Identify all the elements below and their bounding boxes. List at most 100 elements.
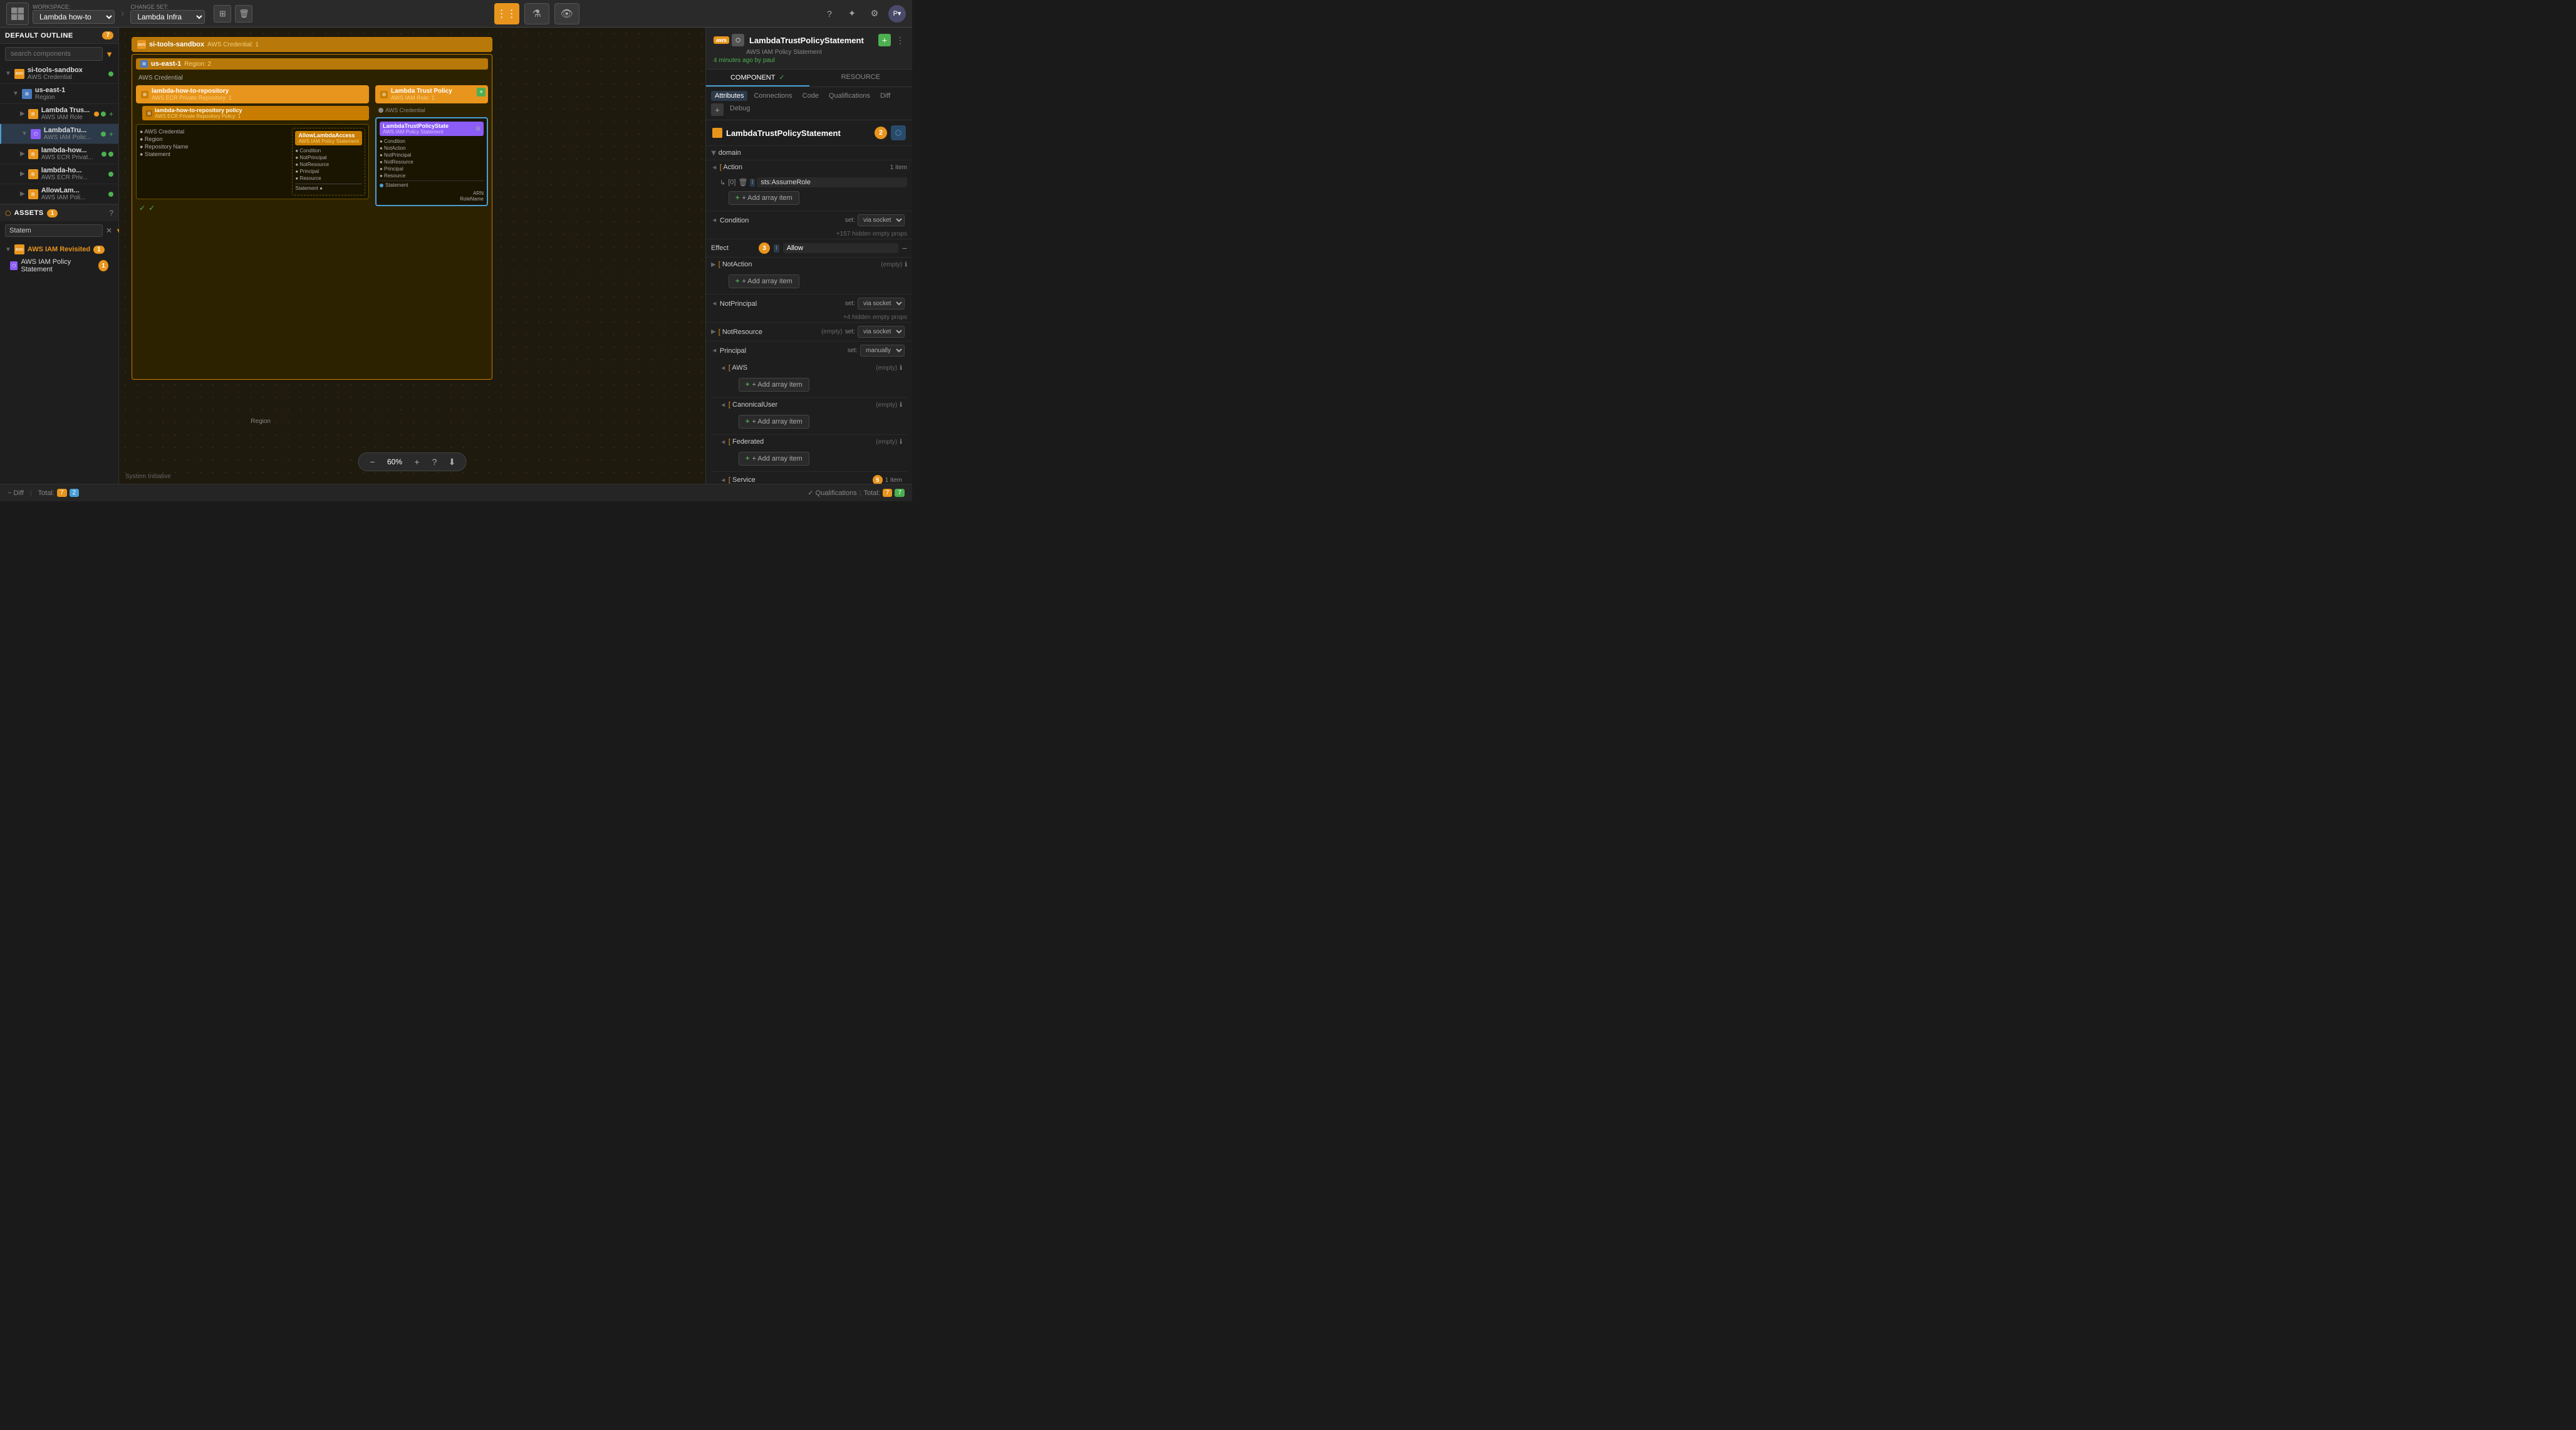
delete-icon-btn[interactable]: 🗑 [235,5,252,23]
tree-item-sandbox[interactable]: ▼ aws si-tools-sandbox AWS Credential [0,64,118,84]
notaction-body: + + Add array item [706,271,912,294]
lambda-trust-area: ⊞ Lambda Trust Policy AWS IAM Role: 1 + … [375,85,488,206]
workspace-select[interactable]: Lambda how-to [33,10,115,24]
tree-item-useast1[interactable]: ▼ ⊞ us-east-1 Region [0,84,118,104]
help-icon-btn[interactable]: ? [821,5,838,23]
tab-component[interactable]: COMPONENT ✓ [706,70,809,86]
subsection-federated-header[interactable]: ▼ [ Federated (empty) ℹ [711,435,907,449]
add-array-btn-notaction[interactable]: + + Add array item [729,274,799,288]
status-dot-green [108,172,113,177]
subtab-attributes[interactable]: Attributes [711,91,747,101]
rph-menu-icon[interactable]: ⋮ [896,35,905,46]
section-action: ▼ [ Action 1 item ↳ [0] 🗑 [706,160,912,211]
section-notaction-header[interactable]: ▶ [ NotAction (empty) ℹ [706,258,912,271]
filter-icon[interactable]: ▼ [105,50,113,59]
section-action-header[interactable]: ▼ [ Action 1 item [706,160,912,174]
assets-clear-icon[interactable]: ✕ [106,226,112,235]
diagram-tab-btn[interactable]: ⋮⋮ [494,3,519,24]
add-array-btn-action[interactable]: + + Add array item [729,191,799,205]
policy-node[interactable]: ⊞ lambda-how-to-repository policy AWS EC… [142,106,369,120]
zoom-out-btn[interactable]: − [366,456,379,468]
settings-icon-btn[interactable]: ⚙ [866,5,883,23]
subtab-qualifications[interactable]: Qualifications [825,91,874,101]
section-principal-header[interactable]: ▼ Principal set: manually [706,342,912,360]
stmt-field-condition: ● Condition [380,138,484,145]
section-condition-header[interactable]: ▼ Condition set: via socket [706,211,912,229]
section-domain-header[interactable]: ▶ domain [706,146,912,160]
aws-info-icon[interactable]: ℹ [900,365,902,372]
tree-item-lambdatrust[interactable]: ▶ ⊞ Lambda Trus... AWS IAM Role + [0,104,118,124]
add-array-label: + Add array item [742,278,792,285]
condition-socket-select[interactable]: via socket [858,214,905,226]
assets-search-input[interactable] [5,224,103,237]
subtab-diff[interactable]: Diff [876,91,894,101]
lambda-add-btn[interactable]: + [477,88,486,97]
zoom-download-btn[interactable]: ⬇ [446,456,459,468]
subsection-canonical-header[interactable]: ▼ [ CanonicalUser (empty) ℹ [711,398,907,412]
subtab-add-btn[interactable]: + [711,103,724,116]
grid-icon-btn[interactable]: ⊞ [214,5,231,23]
lab-tab-btn[interactable]: ⚗ [524,3,549,24]
outline-header: DEFAULT OUTLINE 7 [0,28,118,44]
assets-help-icon[interactable]: ? [109,209,113,217]
notaction-info-icon[interactable]: ℹ [905,261,907,268]
tree-item-info: lambda-how... AWS ECR Privat... [41,147,98,161]
subtab-connections[interactable]: Connections [750,91,796,101]
rph-add-btn[interactable]: + [878,34,891,46]
tree-item-lambda-ecr[interactable]: ▶ ⊞ lambda-how... AWS ECR Privat... [0,144,118,164]
subsection-aws-header[interactable]: ▼ [ AWS (empty) ℹ [711,361,907,375]
tree-item-info: LambdaTru... AWS IAM Polic... [44,127,98,141]
effect-minus-icon[interactable]: − [902,243,907,253]
user-avatar-btn[interactable]: P▾ [888,5,906,23]
zoom-help-btn[interactable]: ? [428,456,441,468]
section-condition: ▼ Condition set: via socket +157 hidden … [706,211,912,239]
zoom-in-btn[interactable]: + [411,456,423,468]
assets-icon: ⬡ [5,209,11,217]
chevron-icon: ▶ [20,170,25,177]
lambda-trust-node[interactable]: ⊞ Lambda Trust Policy AWS IAM Role: 1 + [375,85,488,103]
eye-tab-btn[interactable]: 👁 [554,3,579,24]
topbar-sep1: › [121,8,124,19]
rolename-label: RoleName [380,196,484,202]
tree-item-lambdatrust-policy[interactable]: ▼ ⬡ LambdaTru... AWS IAM Polic... + [0,124,118,144]
search-input[interactable] [5,47,103,61]
repo-node[interactable]: ⊞ lambda-how-to-repository AWS ECR Priva… [136,85,369,103]
add-array-btn-canonical[interactable]: + + Add array item [739,415,809,429]
notprincipal-socket-select[interactable]: via socket [858,298,905,310]
action-type-icon[interactable]: I [750,179,756,187]
tree-item-lambda-ho[interactable]: ▶ ⊞ lambda-ho... AWS ECR Priv... [0,164,118,184]
add-btn[interactable]: + [109,130,113,138]
tree-item-name: AllowLam... [41,187,105,194]
effect-type-icon[interactable]: I [774,244,779,253]
policy-name: lambda-how-to-repository policy [155,107,242,113]
subtab-code[interactable]: Code [799,91,823,101]
lambda-policy-stmt-box[interactable]: LambdaTrustPolicyState AWS IAM Policy St… [375,117,488,206]
subsection-federated: ▼ [ Federated (empty) ℹ + [711,435,907,472]
component-3d-btn[interactable]: ⬡ [891,125,906,140]
component-name-row: LambdaTrustPolicyStatement 2 ⬡ [706,120,912,146]
tree-item-allowlam[interactable]: ▶ ⊞ AllowLam... AWS IAM Poli... [0,184,118,204]
tab-resource[interactable]: RESOURCE [809,70,913,86]
chevron-icon: ▼ [5,70,11,77]
add-array-btn-aws[interactable]: + + Add array item [739,378,809,392]
changeset-select[interactable]: Lambda Infra [130,10,205,24]
principal-socket-select[interactable]: manually [860,345,905,357]
notresource-socket-select[interactable]: via socket [858,326,905,338]
asset-item-iam-policy[interactable]: ⬡ AWS IAM Policy Statement 1 [5,256,113,275]
chevron-icon: ▼ [13,90,19,97]
add-btn[interactable]: + [109,110,113,118]
section-notprincipal-header[interactable]: ▼ NotPrincipal set: via socket [706,295,912,313]
canonical-info-icon[interactable]: ℹ [900,402,902,409]
service-count: 1 item [885,477,902,484]
asset-group-header[interactable]: ▼ aws AWS IAM Revisited 1 [5,243,113,256]
section-notresource-header[interactable]: ▶ [ NotResource (empty) set: via socket [706,323,912,341]
subsection-service-header[interactable]: ▼ [ Service 5 1 item [711,472,907,484]
action-del-icon[interactable]: 🗑 [738,178,747,187]
subtab-debug[interactable]: Debug [726,103,754,116]
discord-icon-btn[interactable]: ✦ [843,5,861,23]
add-array-btn-federated[interactable]: + + Add array item [739,452,809,466]
federated-info-icon[interactable]: ℹ [900,439,902,446]
qual-total-badge: 7 [883,489,893,497]
right-panel-content: ▶ domain ▼ [ Action 1 item [706,146,912,484]
canvas-area[interactable]: aws si-tools-sandbox AWS Credential: 1 ⊞… [119,28,705,484]
